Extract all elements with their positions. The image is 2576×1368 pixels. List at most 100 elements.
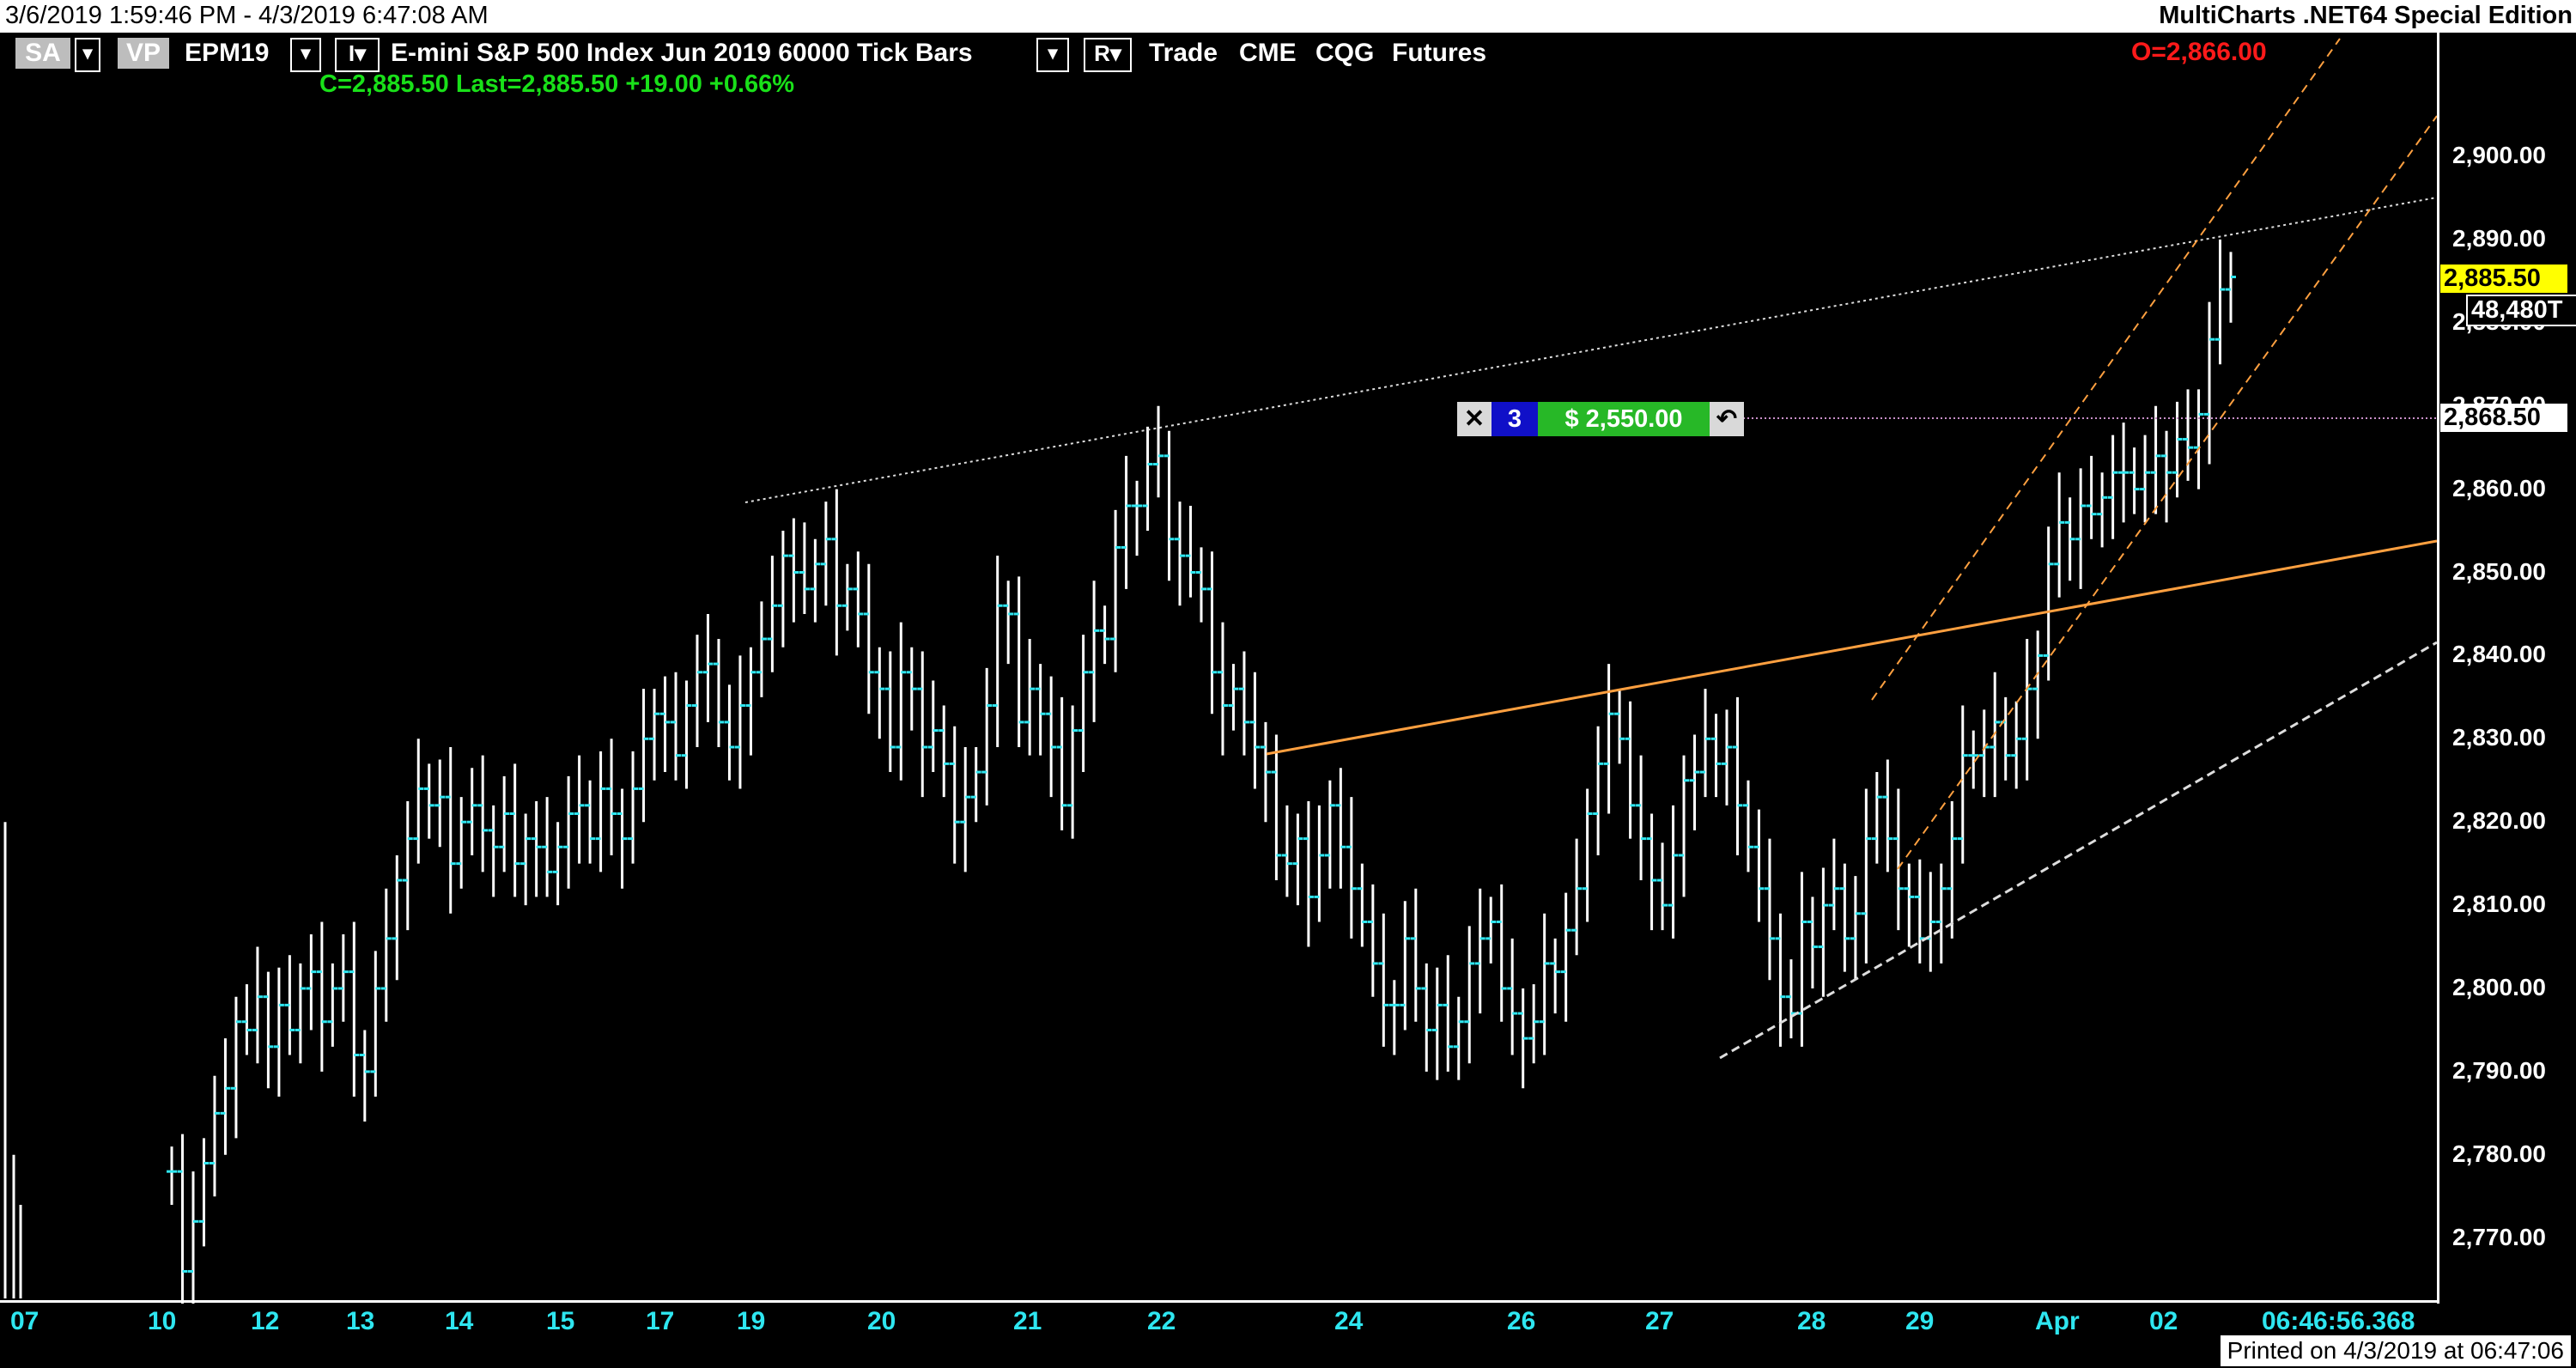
ohlc-bar (960, 746, 971, 872)
orange-trendline[interactable] (1266, 539, 2437, 756)
volume-tag: 48,480T (2466, 295, 2576, 326)
ohlc-bar (1496, 884, 1507, 1022)
ohlc-bar (413, 739, 424, 864)
ohlc-bar (702, 613, 714, 722)
time-tick-label: 27 (1645, 1307, 1674, 1335)
ohlc-bar (606, 739, 617, 855)
ohlc-bar (1003, 581, 1014, 665)
support-trendline[interactable] (1719, 641, 2437, 1060)
ohlc-bar (402, 800, 413, 931)
time-tick-label: 28 (1797, 1307, 1826, 1335)
time-tick-label: 22 (1147, 1307, 1176, 1335)
ohlc-bar (1796, 872, 1807, 1047)
ohlc-bar (981, 667, 993, 806)
ohlc-bar (853, 551, 864, 648)
ohlc-bar (327, 963, 338, 1047)
ohlc-bar (1024, 639, 1036, 756)
ohlc-bar (788, 518, 799, 623)
ohlc-bar (1142, 426, 1153, 532)
last-price-tag: 2,885.50 (2440, 264, 2567, 293)
ohlc-bar (220, 1038, 231, 1155)
ohlc-bar (1861, 788, 1872, 964)
ohlc-bar (445, 746, 456, 914)
ohlc-bar (542, 797, 553, 897)
ohlc-bar (1689, 734, 1700, 830)
ohlc-bar (177, 1134, 188, 1304)
ohlc-bar (1528, 984, 1540, 1064)
ohlc-bar (563, 775, 574, 889)
ohlc-bar (691, 635, 702, 747)
ohlc-bar (552, 822, 563, 906)
resistance-trendline[interactable] (744, 197, 2437, 503)
ohlc-bar (1764, 838, 1775, 981)
time-tick-label: 02 (2149, 1307, 2178, 1335)
ohlc-bar (681, 680, 692, 789)
ohlc-bar (659, 676, 671, 773)
ohlc-bar (927, 680, 939, 773)
price-tick-label: 2,790.00 (2452, 1056, 2546, 1084)
ohlc-bar (2226, 252, 2236, 323)
ohlc-bar (2064, 497, 2075, 581)
ohlc-bar (1121, 455, 1132, 589)
price-chart[interactable] (0, 33, 2437, 1304)
ohlc-bar (273, 967, 284, 1097)
ohlc-bar (1753, 809, 1765, 922)
trendlines[interactable] (744, 38, 2437, 1060)
ohlc-bar (1807, 897, 1818, 988)
ohlc-bar (2097, 472, 2108, 548)
ohlc-bar (671, 672, 682, 781)
price-tick-label: 2,810.00 (2452, 891, 2546, 918)
time-tick-label: 29 (1905, 1307, 1935, 1335)
ohlc-bar (799, 522, 810, 614)
ohlc-bar (574, 755, 585, 864)
ohlc-bar (1625, 701, 1636, 839)
ohlc-bar (284, 955, 295, 1055)
ohlc-bar (1839, 863, 1850, 972)
ohlc-bar (1710, 714, 1722, 798)
ohlc-bar (1464, 926, 1475, 1064)
ohlc-bar (1378, 913, 1389, 1047)
ohlc-bar (649, 689, 660, 781)
ohlc-bar (1893, 788, 1904, 931)
ohlc-bar (1871, 772, 1882, 864)
price-tick-label: 2,890.00 (2452, 224, 2546, 252)
ohlc-bar (831, 489, 842, 656)
ohlc-bar (1410, 888, 1421, 1022)
price-tick-label: 2,770.00 (2452, 1223, 2546, 1250)
chart-window: 3/6/2019 1:59:46 PM - 4/3/2019 6:47:08 A… (0, 0, 2576, 1368)
ohlc-bar (1914, 859, 1925, 964)
ohlc-bar (1593, 726, 1604, 855)
ohlc-bar (992, 556, 1003, 747)
ohlc-bar (884, 651, 896, 773)
ohlc-bar (509, 763, 520, 897)
ohlc-bar (2011, 701, 2022, 789)
time-tick-label: 07 (10, 1307, 39, 1335)
ohlc-bar (2054, 472, 2065, 598)
ohlc-bar (756, 601, 767, 697)
reverse-position-icon[interactable]: ↶ (1710, 402, 1744, 436)
ohlc-bar (1400, 901, 1411, 1031)
ohlc-bar (1185, 505, 1196, 598)
ohlc-bar (896, 622, 907, 781)
ohlc-bar (1206, 551, 1218, 714)
ohlc-bar (1571, 838, 1583, 956)
ohlc-bar (198, 1138, 210, 1247)
ohlc-bar (767, 556, 778, 672)
ohlc-bar (1421, 963, 1432, 1072)
position-widget[interactable]: ✕ 3 $ 2,550.00 ↶ (1457, 402, 1744, 436)
ohlc-bar (970, 746, 981, 823)
time-tick-label: 21 (1013, 1307, 1042, 1335)
ohlc-bar (349, 921, 360, 1097)
ohlc-bar (1367, 884, 1378, 997)
ohlc-bar (906, 647, 917, 731)
ohlc-bar (1443, 955, 1454, 1072)
ohlc-bar (1281, 805, 1292, 897)
printed-footer: Printed on 4/3/2019 at 06:47:06 (2220, 1335, 2571, 1366)
ohlc-bar (874, 647, 885, 739)
price-tick-label: 2,780.00 (2452, 1140, 2546, 1167)
ohlc-bar (230, 996, 241, 1139)
ohlc-bar (1507, 938, 1518, 1055)
close-position-icon[interactable]: ✕ (1457, 402, 1492, 436)
ohlc-bar (1217, 622, 1228, 756)
ohlc-bar (1249, 672, 1261, 789)
